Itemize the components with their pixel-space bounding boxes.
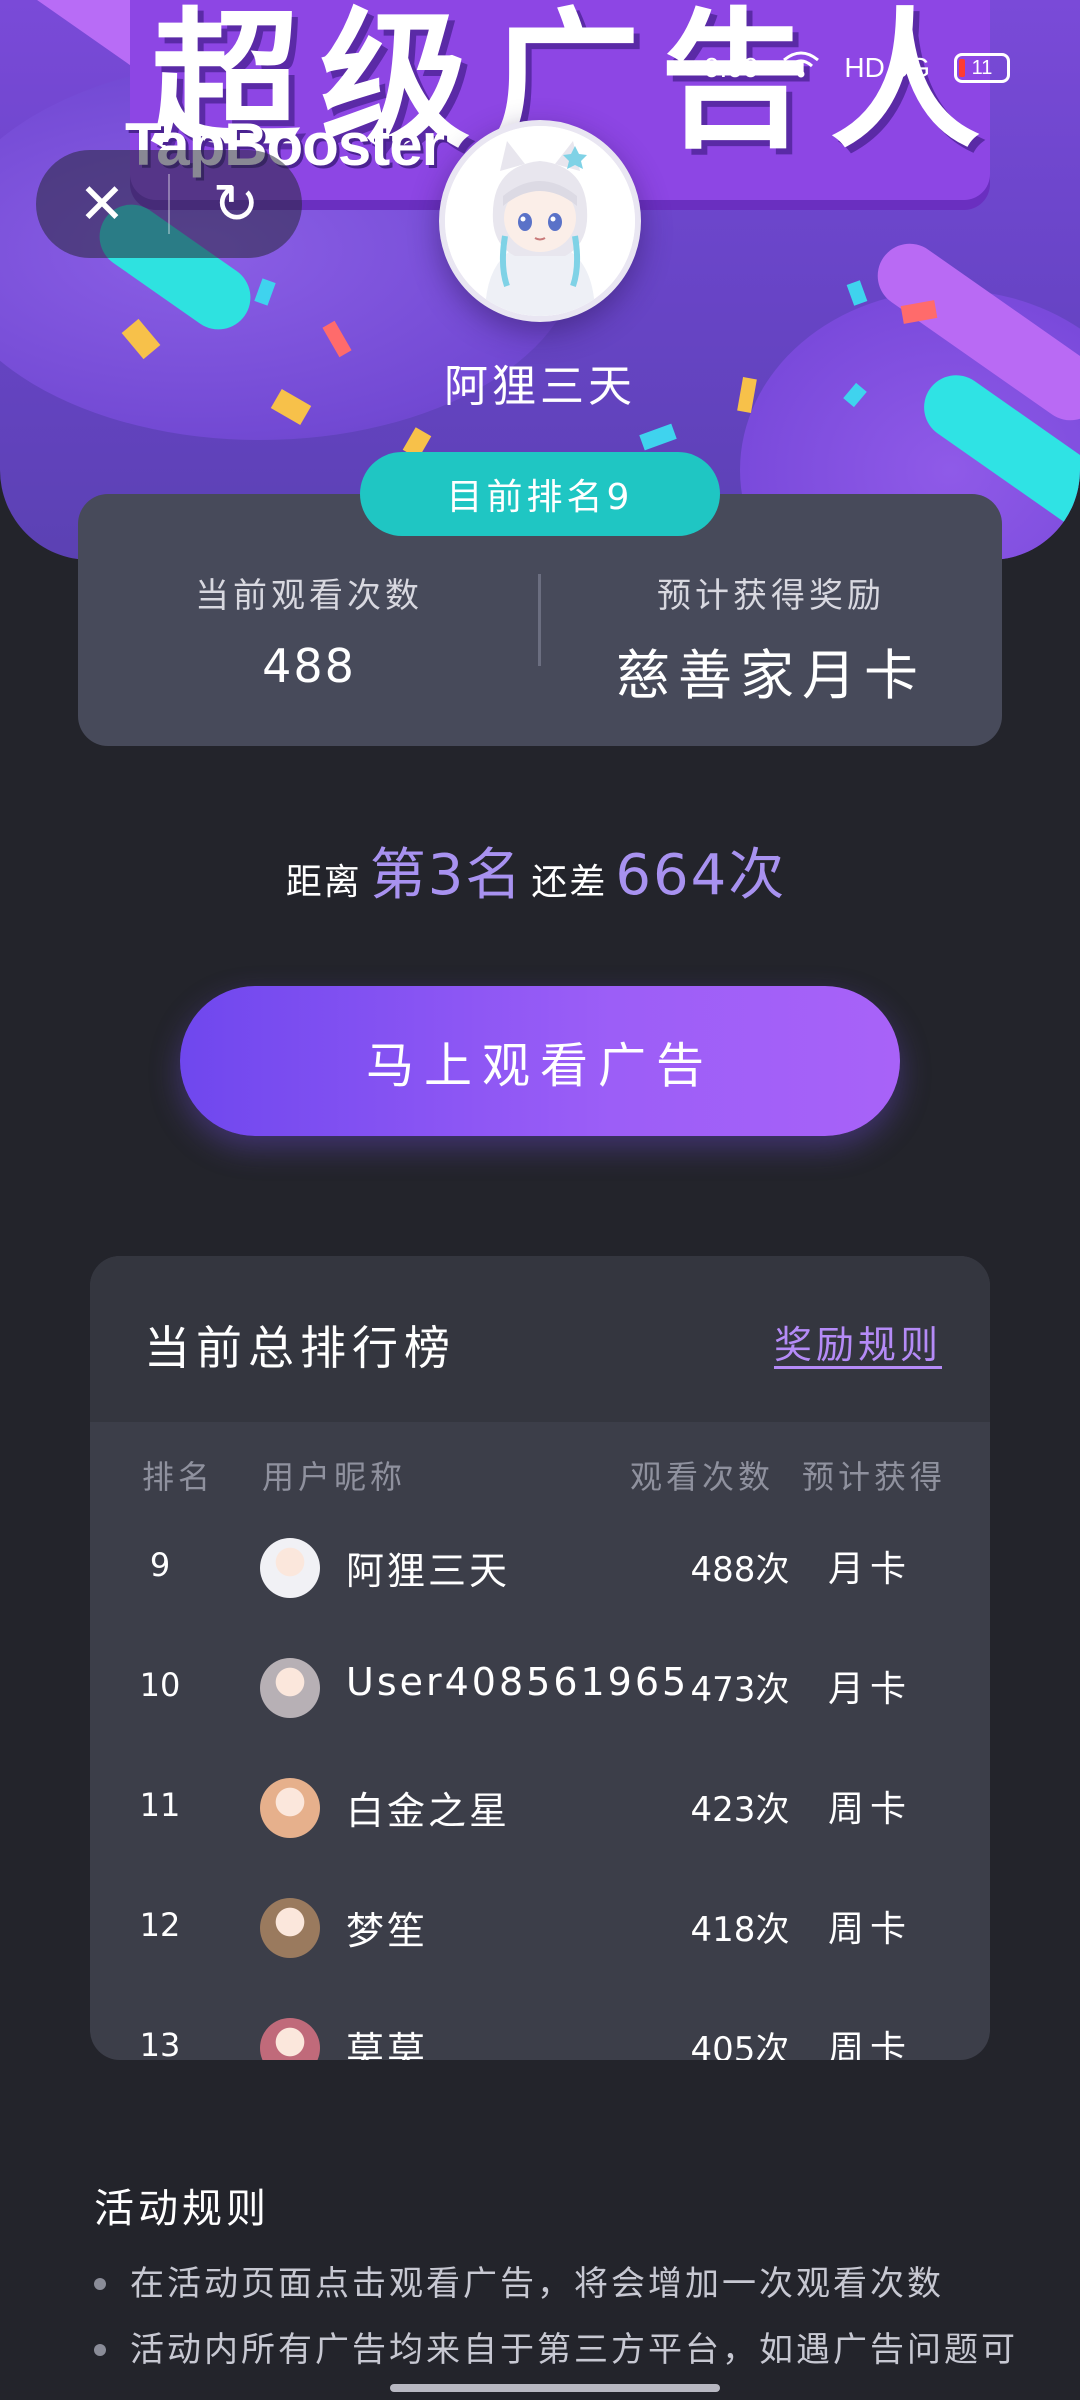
battery-icon: 11 <box>954 53 1010 83</box>
col-header-reward: 预计获得 <box>802 1458 947 1496</box>
table-row: 13 莫莫 405次 周卡 <box>90 1988 990 2060</box>
reward-label: 预计获得奖励 <box>657 576 885 616</box>
leaderboard-header: 当前总排行榜 奖励规则 <box>90 1256 990 1422</box>
views-label: 当前观看次数 <box>195 576 423 616</box>
rules-title: 活动规则 <box>94 2186 270 2232</box>
views-value: 488 <box>262 639 356 693</box>
confetti <box>846 280 868 306</box>
table-row: 11 白金之星 423次 周卡 <box>90 1748 990 1868</box>
row-name: 梦笙 <box>346 1909 429 1953</box>
table-row: 10 User408561965 473次 月卡 <box>90 1628 990 1748</box>
views-stat: 当前观看次数 488 <box>78 568 540 693</box>
refresh-icon: ↻ <box>212 171 260 237</box>
user-name: 阿狸三天 <box>444 361 636 412</box>
status-icons: 0.00 HD 5G 11 <box>704 40 1010 96</box>
row-rank: 9 <box>149 1546 171 1584</box>
current-rank-badge: 目前排名9 <box>360 452 720 536</box>
close-icon: ✕ <box>78 171 126 237</box>
row-rank: 10 <box>139 1666 181 1704</box>
col-header-rank: 排名 <box>142 1458 215 1496</box>
row-rank: 11 <box>139 1786 181 1824</box>
row-avatar <box>260 1658 320 1718</box>
reward-rules-link[interactable]: 奖励规则 <box>774 1314 942 1369</box>
reward-stat: 预计获得奖励 慈善家月卡 <box>540 568 1002 710</box>
rule-item: 在活动页面点击观看广告，将会增加一次观看次数 <box>94 2252 1014 2316</box>
speed-indicator: 0.00 <box>703 52 759 83</box>
distance-gap: 664次 <box>615 843 787 908</box>
battery-level: 11 <box>971 56 993 79</box>
close-button[interactable]: ✕ <box>36 150 168 258</box>
reward-value: 慈善家月卡 <box>616 644 926 707</box>
row-reward: 周卡 <box>827 1789 912 1830</box>
row-avatar <box>260 1778 320 1838</box>
table-row: 9 阿狸三天 488次 月卡 <box>90 1508 990 1628</box>
wifi-icon <box>782 50 820 87</box>
row-avatar <box>260 2018 320 2060</box>
distance-target-rank: 第3名 <box>369 843 524 908</box>
status-bar: 0.00 HD 5G 11 <box>0 40 1080 96</box>
rank-distance-text: 距离 第3名 还差 664次 <box>0 830 1080 911</box>
row-reward: 月卡 <box>827 1549 912 1590</box>
row-name: 莫莫 <box>346 2029 429 2060</box>
row-rank: 13 <box>139 2026 181 2060</box>
col-header-nickname: 用户昵称 <box>262 1458 407 1496</box>
user-avatar <box>439 120 641 322</box>
row-avatar <box>260 1538 320 1598</box>
distance-middle: 还差 <box>531 862 608 903</box>
leaderboard-card: 当前总排行榜 奖励规则 排名 用户昵称 观看次数 预计获得 9 阿狸三天 488… <box>90 1256 990 2060</box>
row-avatar <box>260 1898 320 1958</box>
home-indicator[interactable] <box>390 2384 720 2392</box>
rule-item: 活动内所有广告均来自于第三方平台，如遇广告问题可 <box>94 2318 1015 2382</box>
network-label: HD 5G <box>844 52 930 83</box>
row-reward: 周卡 <box>827 1909 912 1950</box>
row-name: 白金之星 <box>346 1789 511 1833</box>
distance-prefix: 距离 <box>285 862 362 903</box>
watch-ad-button[interactable]: 马上观看广告 <box>180 986 900 1136</box>
row-name: 阿狸三天 <box>346 1549 511 1593</box>
webview-controls: ✕ ↻ <box>36 150 302 258</box>
col-header-views: 观看次数 <box>630 1458 775 1496</box>
row-reward: 周卡 <box>827 2029 912 2060</box>
refresh-button[interactable]: ↻ <box>170 150 302 258</box>
row-rank: 12 <box>139 1906 181 1944</box>
leaderboard-title: 当前总排行榜 <box>144 1321 456 1375</box>
confetti <box>639 423 677 451</box>
avatar-illustration <box>445 126 635 316</box>
row-reward: 月卡 <box>827 1669 912 1710</box>
table-row: 12 梦笙 418次 周卡 <box>90 1868 990 1988</box>
